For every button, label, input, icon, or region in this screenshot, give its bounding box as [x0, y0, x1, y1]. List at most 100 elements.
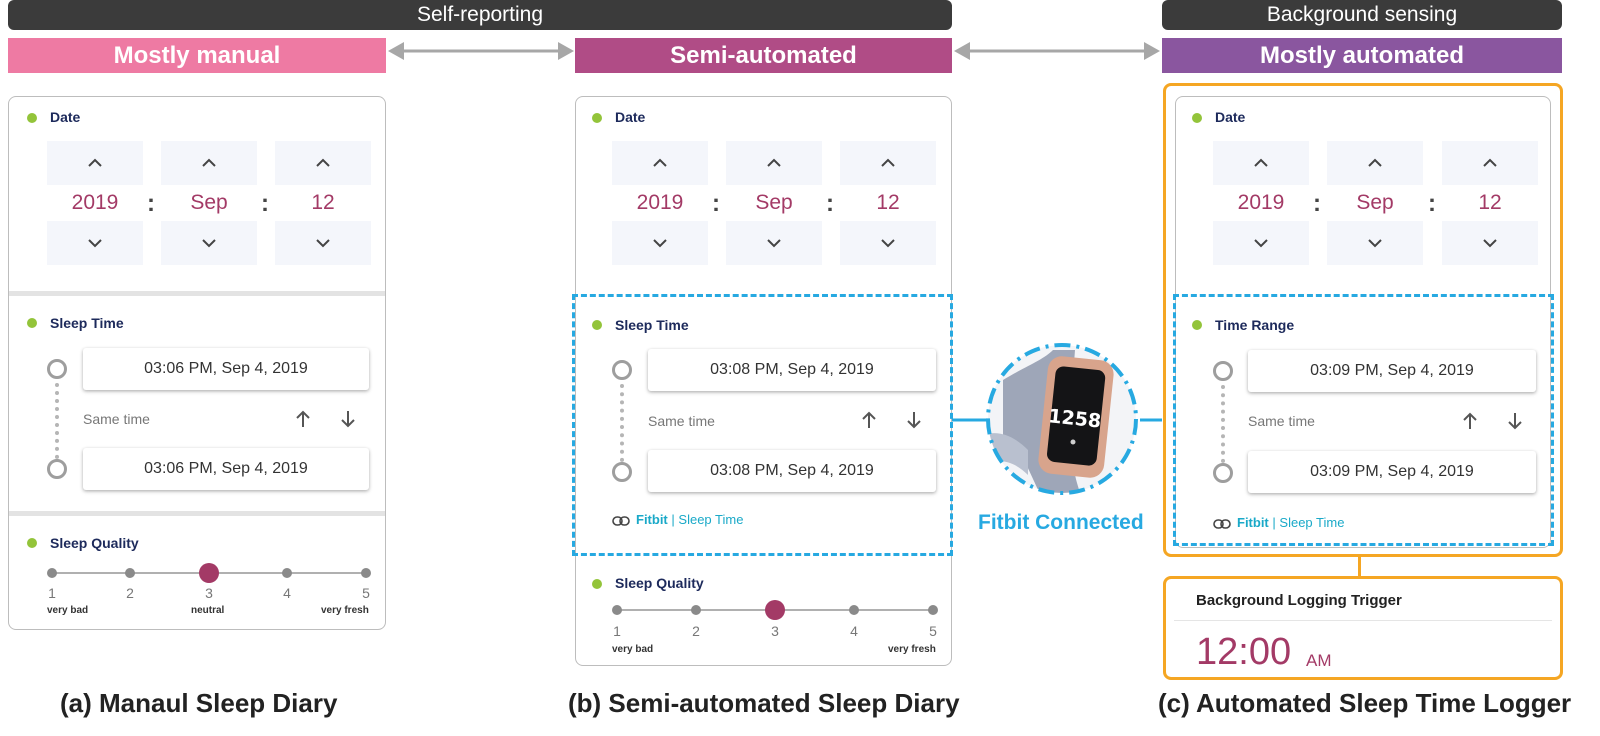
fitbit-watch-image: 1258	[986, 343, 1138, 495]
scale-number: 1	[48, 585, 56, 601]
year-increment-button[interactable]	[47, 141, 143, 185]
trigger-time[interactable]: 12:00	[1196, 631, 1291, 674]
slider-stop[interactable]	[47, 568, 57, 578]
chevron-up-icon	[88, 158, 102, 167]
status-dot	[592, 113, 602, 123]
month-decrement-button[interactable]	[161, 221, 257, 265]
day-value[interactable]: 12	[275, 191, 371, 215]
month-increment-button[interactable]	[1327, 141, 1423, 185]
chevron-down-icon	[316, 239, 330, 248]
end-time-field[interactable]: 03:06 PM, Sep 4, 2019	[83, 448, 369, 490]
trigger-title: Background Logging Trigger	[1196, 592, 1402, 609]
caption-a: (a) Manaul Sleep Diary	[60, 688, 338, 718]
quality-slider-knob[interactable]	[199, 563, 219, 583]
scale-label-high: very fresh	[888, 644, 936, 655]
scale-label-mid: neutral	[191, 605, 225, 616]
scale-label-low: very bad	[612, 644, 654, 655]
month-decrement-button[interactable]	[1327, 221, 1423, 265]
mode-manual-label: Mostly manual	[113, 42, 281, 69]
slider-stop[interactable]	[282, 568, 292, 578]
year-decrement-button[interactable]	[47, 221, 143, 265]
chevron-up-icon	[767, 158, 781, 167]
status-dot	[27, 538, 37, 548]
quality-slider-knob[interactable]	[765, 600, 785, 620]
day-decrement-button[interactable]	[1442, 221, 1538, 265]
self-reporting-bar: Self-reporting	[8, 0, 952, 30]
fitbit-connected-label: Fitbit Connected	[978, 511, 1144, 534]
background-sensing-label: Background sensing	[1266, 3, 1458, 26]
day-increment-button[interactable]	[840, 141, 936, 185]
auto-filled-highlight	[1173, 294, 1554, 546]
arrow-down-icon[interactable]	[337, 408, 359, 430]
end-radio[interactable]	[47, 459, 67, 479]
sleep-time-title: Sleep Time	[50, 315, 124, 331]
slider-stop[interactable]	[361, 568, 371, 578]
slider-stop[interactable]	[125, 568, 135, 578]
mode-auto-bar: Mostly automated	[1162, 38, 1562, 73]
date-title: Date	[1215, 109, 1246, 125]
scale-number: 2	[126, 585, 134, 601]
scale-number: 3	[205, 585, 213, 601]
day-increment-button[interactable]	[1442, 141, 1538, 185]
day-increment-button[interactable]	[275, 141, 371, 185]
year-value[interactable]: 2019	[612, 191, 708, 215]
chevron-down-icon	[1254, 239, 1268, 248]
year-increment-button[interactable]	[1213, 141, 1309, 185]
arrow-up-icon[interactable]	[292, 408, 314, 430]
mode-semi-label: Semi-automated	[670, 42, 857, 69]
self-reporting-label: Self-reporting	[416, 3, 544, 26]
day-value[interactable]: 12	[1442, 191, 1538, 215]
caption-c: (c) Automated Sleep Time Logger	[1158, 688, 1572, 718]
scale-number: 4	[283, 585, 291, 601]
year-value[interactable]: 2019	[1213, 191, 1309, 215]
date-separator: :	[1428, 190, 1436, 217]
scale-label-low: very bad	[47, 605, 89, 616]
month-increment-button[interactable]	[726, 141, 822, 185]
scale-number: 5	[929, 623, 937, 639]
month-decrement-button[interactable]	[726, 221, 822, 265]
scale-number: 1	[613, 623, 621, 639]
month-value[interactable]: Sep	[1327, 191, 1423, 215]
start-time-field[interactable]: 03:06 PM, Sep 4, 2019	[83, 348, 369, 390]
slider-stop[interactable]	[691, 605, 701, 615]
chevron-down-icon	[881, 239, 895, 248]
chevron-up-icon	[653, 158, 667, 167]
month-value[interactable]: Sep	[161, 191, 257, 215]
day-value[interactable]: 12	[840, 191, 936, 215]
day-decrement-button[interactable]	[840, 221, 936, 265]
slider-stop[interactable]	[928, 605, 938, 615]
chevron-up-icon	[316, 158, 330, 167]
double-arrow-icon	[954, 42, 1160, 60]
scale-label-high: very fresh	[321, 605, 369, 616]
chevron-down-icon	[653, 239, 667, 248]
date-separator: :	[147, 190, 155, 217]
slider-stop[interactable]	[612, 605, 622, 615]
status-dot	[27, 318, 37, 328]
trigger-divider	[1174, 620, 1552, 621]
chevron-down-icon	[88, 239, 102, 248]
sleep-quality-title: Sleep Quality	[50, 535, 139, 551]
logging-trigger-card: Background Logging Trigger 12:00 AM	[1163, 576, 1563, 680]
year-value[interactable]: 2019	[47, 191, 143, 215]
month-increment-button[interactable]	[161, 141, 257, 185]
date-separator: :	[712, 190, 720, 217]
start-radio[interactable]	[47, 359, 67, 379]
month-value[interactable]: Sep	[726, 191, 822, 215]
chevron-down-icon	[1368, 239, 1382, 248]
scale-number: 2	[692, 623, 700, 639]
year-decrement-button[interactable]	[612, 221, 708, 265]
slider-stop[interactable]	[849, 605, 859, 615]
day-decrement-button[interactable]	[275, 221, 371, 265]
mode-semi-bar: Semi-automated	[575, 38, 952, 73]
scale-number: 4	[850, 623, 858, 639]
scale-number: 5	[362, 585, 370, 601]
year-increment-button[interactable]	[612, 141, 708, 185]
scale-number: 3	[771, 623, 779, 639]
date-separator: :	[1313, 190, 1321, 217]
trigger-ampm[interactable]: AM	[1306, 651, 1332, 671]
section-divider	[9, 291, 385, 296]
year-decrement-button[interactable]	[1213, 221, 1309, 265]
status-dot	[27, 113, 37, 123]
same-time-label: Same time	[83, 411, 150, 427]
auto-filled-highlight	[572, 294, 953, 556]
